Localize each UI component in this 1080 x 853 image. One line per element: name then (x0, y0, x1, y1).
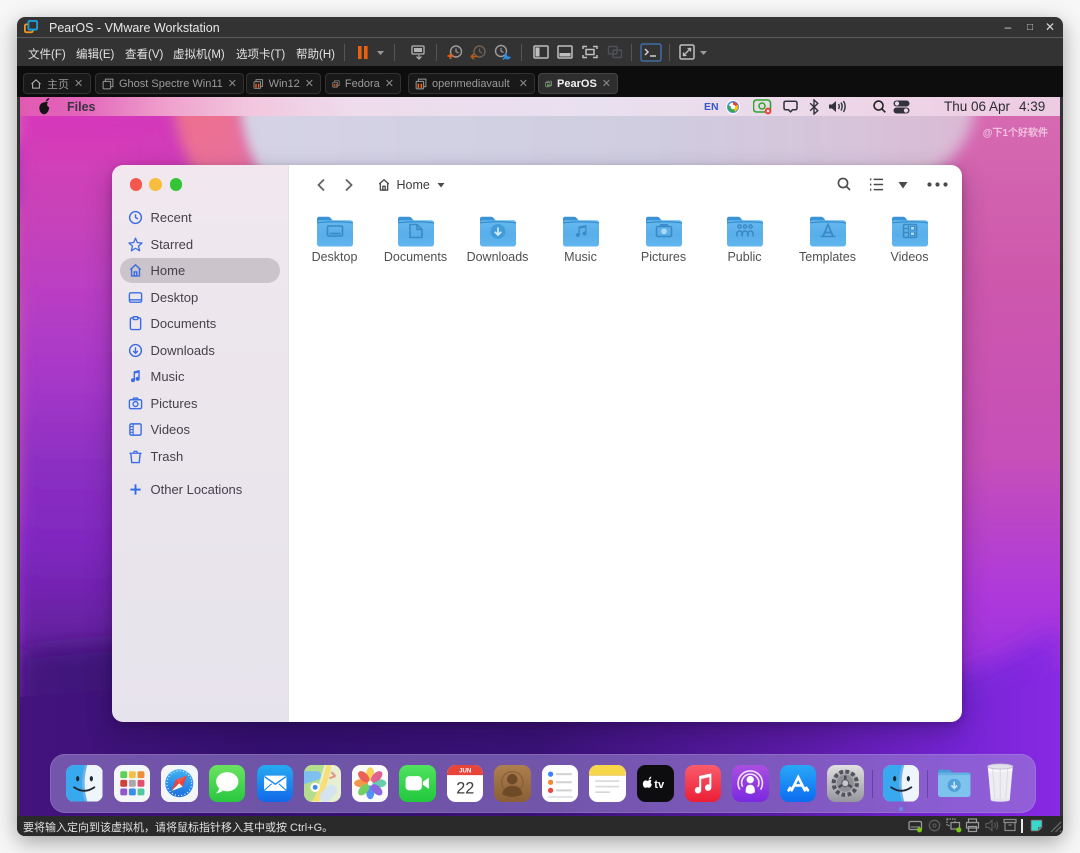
svg-text:22: 22 (456, 779, 474, 797)
svg-text:JUN: JUN (459, 768, 471, 775)
svg-text:tv: tv (654, 779, 665, 791)
